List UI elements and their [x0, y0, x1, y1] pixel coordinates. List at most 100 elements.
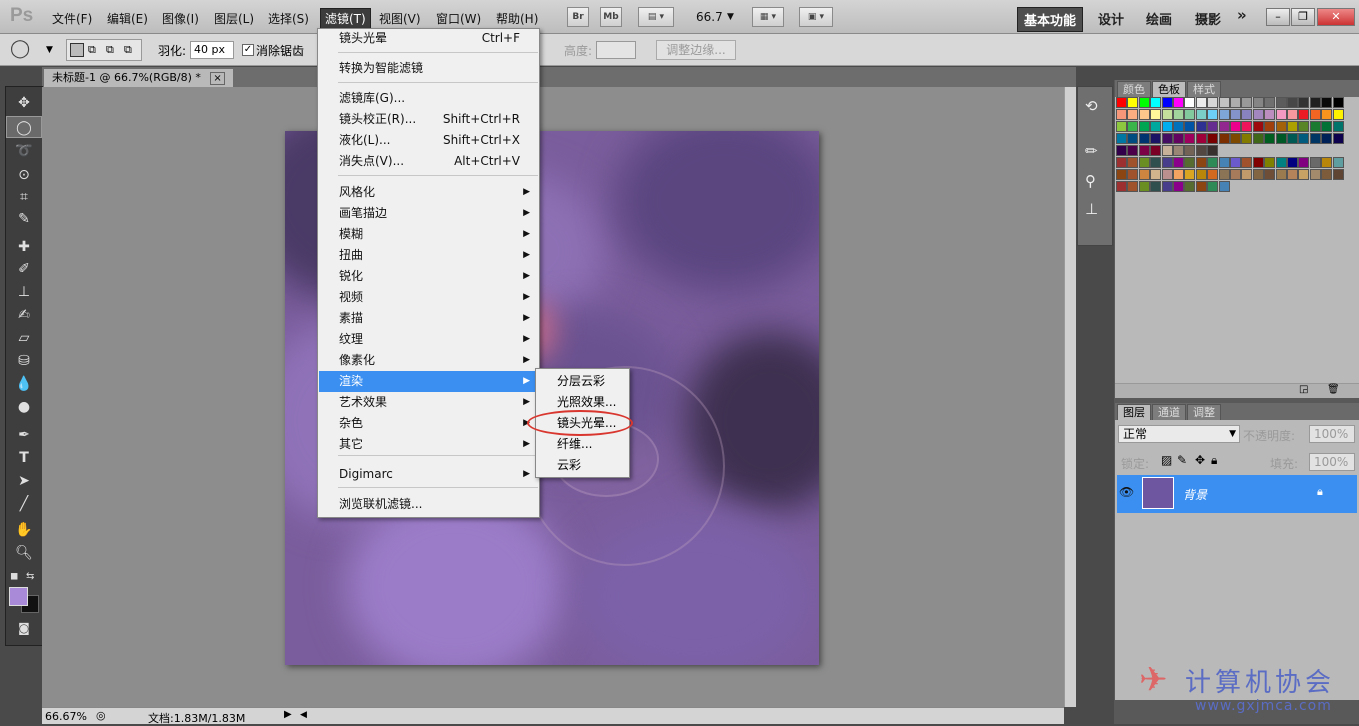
color-swatch[interactable]: [1241, 169, 1253, 180]
history-brush-tool-icon[interactable]: ✍: [6, 304, 42, 326]
color-swatch[interactable]: [1264, 97, 1276, 108]
new-selection-icon[interactable]: [70, 43, 84, 57]
color-swatch[interactable]: [1321, 133, 1333, 144]
color-swatch[interactable]: [1150, 97, 1162, 108]
filter-menu-item[interactable]: 消失点(V)... Alt+Ctrl+V: [319, 151, 538, 172]
elliptical-marquee-tool-icon[interactable]: ◯: [6, 116, 42, 138]
quick-mask-icon[interactable]: ◙: [6, 617, 42, 639]
color-swatch[interactable]: [1321, 169, 1333, 180]
zoom-tool-icon[interactable]: 🔍︎: [6, 542, 42, 564]
color-swatch[interactable]: [1230, 121, 1241, 132]
delete-swatch-icon[interactable]: 🗑︎: [1327, 384, 1340, 395]
color-swatch[interactable]: [1241, 133, 1253, 144]
color-swatch[interactable]: [1116, 169, 1127, 180]
color-swatch[interactable]: [1195, 181, 1207, 192]
color-swatch[interactable]: [1230, 133, 1241, 144]
color-swatch[interactable]: [1127, 181, 1139, 192]
history-panel-icon[interactable]: ⟲: [1085, 97, 1098, 115]
color-swatch[interactable]: [1321, 121, 1333, 132]
color-swatch[interactable]: [1127, 133, 1139, 144]
color-swatch[interactable]: [1161, 97, 1173, 108]
filter-menu-item[interactable]: 渲染 ▶: [319, 371, 538, 392]
color-swatch[interactable]: [1275, 109, 1287, 120]
filter-menu-item[interactable]: 艺术效果 ▶: [319, 392, 538, 413]
workspace-photography[interactable]: 摄影: [1195, 9, 1221, 28]
tab-swatches[interactable]: 色板: [1152, 81, 1186, 98]
add-selection-icon[interactable]: ⧉: [88, 43, 96, 57]
filter-menu-item[interactable]: 素描 ▶: [319, 308, 538, 329]
tab-layers[interactable]: 图层: [1117, 404, 1151, 421]
color-swatch[interactable]: [1298, 133, 1310, 144]
color-swatch[interactable]: [1298, 109, 1310, 120]
new-swatch-icon[interactable]: ◲: [1299, 384, 1308, 395]
color-swatch[interactable]: [1309, 97, 1321, 108]
tab-styles[interactable]: 样式: [1187, 81, 1221, 98]
hand-tool-icon[interactable]: ✋: [6, 519, 42, 541]
color-swatch[interactable]: [1116, 97, 1127, 108]
color-swatch[interactable]: [1309, 109, 1321, 120]
color-swatch[interactable]: [1150, 109, 1162, 120]
type-tool-icon[interactable]: T: [6, 447, 42, 469]
color-swatch[interactable]: [1150, 145, 1162, 156]
clone-source-panel-icon[interactable]: ⚲: [1085, 172, 1096, 190]
color-swatch[interactable]: [1207, 109, 1219, 120]
close-tab-icon[interactable]: ×: [210, 72, 225, 85]
color-swatch[interactable]: [1207, 157, 1219, 168]
color-swatch[interactable]: [1195, 97, 1207, 108]
tab-adjustments[interactable]: 调整: [1187, 404, 1221, 421]
clone-stamp-tool-icon[interactable]: ⊥: [6, 281, 42, 303]
crop-tool-icon[interactable]: ⌗: [6, 186, 42, 208]
color-swatch[interactable]: [1287, 157, 1298, 168]
quick-selection-tool-icon[interactable]: ⊙: [6, 164, 42, 186]
line-tool-icon[interactable]: ╱: [6, 493, 42, 515]
color-swatch[interactable]: [1184, 109, 1196, 120]
color-swatch[interactable]: [1127, 169, 1139, 180]
color-swatch[interactable]: [1332, 109, 1344, 120]
color-swatch[interactable]: [1207, 145, 1219, 156]
color-swatch[interactable]: [1264, 109, 1276, 120]
color-swatch[interactable]: [1332, 157, 1344, 168]
menu-help[interactable]: 帮助(H): [496, 10, 538, 27]
workspace-painting[interactable]: 绘画: [1146, 9, 1172, 28]
color-swatch[interactable]: [1321, 97, 1333, 108]
color-swatch[interactable]: [1252, 157, 1264, 168]
color-swatch[interactable]: [1298, 121, 1310, 132]
color-swatch[interactable]: [1116, 181, 1127, 192]
color-swatch[interactable]: [1138, 133, 1150, 144]
height-input[interactable]: [596, 41, 636, 59]
subtract-selection-icon[interactable]: ⧉: [106, 43, 114, 57]
color-swatch[interactable]: [1138, 109, 1150, 120]
eraser-tool-icon[interactable]: ▱: [6, 327, 42, 349]
color-swatch[interactable]: [1116, 133, 1127, 144]
color-swatch[interactable]: [1298, 97, 1310, 108]
color-swatch[interactable]: [1161, 145, 1173, 156]
color-swatch[interactable]: [1138, 169, 1150, 180]
color-swatch[interactable]: [1230, 109, 1241, 120]
color-swatch[interactable]: [1332, 169, 1344, 180]
color-swatch[interactable]: [1230, 169, 1241, 180]
color-swatch[interactable]: [1184, 133, 1196, 144]
color-swatch[interactable]: [1138, 181, 1150, 192]
color-swatch[interactable]: [1173, 157, 1184, 168]
zoom-level[interactable]: 66.7: [696, 10, 723, 24]
filter-menu-item[interactable]: 像素化 ▶: [319, 350, 538, 371]
color-swatch[interactable]: [1195, 169, 1207, 180]
color-swatch[interactable]: [1309, 157, 1321, 168]
color-swatch[interactable]: [1195, 145, 1207, 156]
tool-preset-dropdown-icon[interactable]: ▼: [46, 45, 53, 55]
color-swatch[interactable]: [1184, 145, 1196, 156]
color-swatch[interactable]: [1173, 169, 1184, 180]
color-swatch[interactable]: [1264, 169, 1276, 180]
filter-menu-item[interactable]: 扭曲 ▶: [319, 245, 538, 266]
minimize-icon[interactable]: –: [1266, 8, 1290, 26]
color-swatch[interactable]: [1161, 181, 1173, 192]
color-swatch[interactable]: [1184, 157, 1196, 168]
filter-menu-item[interactable]: 镜头校正(R)... Shift+Ctrl+R: [319, 109, 538, 130]
filter-menu-item[interactable]: 液化(L)... Shift+Ctrl+X: [319, 130, 538, 151]
color-swatch[interactable]: [1321, 109, 1333, 120]
color-swatch[interactable]: [1287, 169, 1298, 180]
zoom-dropdown-icon[interactable]: ▼: [727, 12, 734, 22]
color-swatch[interactable]: [1252, 169, 1264, 180]
feather-input[interactable]: 40 px: [190, 41, 234, 59]
dodge-tool-icon[interactable]: ●: [6, 396, 42, 418]
